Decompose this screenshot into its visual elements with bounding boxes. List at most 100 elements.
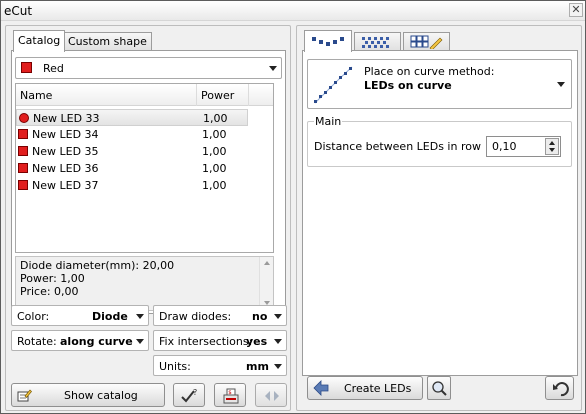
chevron-down-icon <box>557 82 565 87</box>
left-right-arrows-icon <box>265 391 279 401</box>
led-power: 1,00 <box>202 145 227 158</box>
magnifier-icon <box>432 381 447 396</box>
draw-diodes-select[interactable]: Draw diodes: no <box>153 305 287 326</box>
diode-price-text: Price: 0,00 <box>20 285 79 298</box>
cash-register-icon: $ <box>223 388 239 404</box>
place-method-select[interactable]: Place on curve method: LEDs on curve <box>307 59 572 109</box>
fix-intersections-select[interactable]: Fix intersections: yes <box>153 330 287 351</box>
led-grid-edit-icon <box>410 35 443 49</box>
led-square-icon <box>18 163 28 173</box>
column-separator <box>196 84 197 106</box>
tab-led-fill[interactable] <box>354 32 401 50</box>
fix-intersections-label: Fix intersections: <box>159 335 253 348</box>
chevron-down-icon <box>136 314 144 319</box>
units-select[interactable]: Units: mm <box>153 355 287 376</box>
led-power: 1,00 <box>202 162 227 175</box>
led-power: 1,00 <box>203 112 228 125</box>
curve-leds-icon <box>314 66 353 104</box>
led-line-icon <box>312 37 344 46</box>
zoom-button[interactable] <box>427 376 451 400</box>
check-question-icon: ? <box>181 388 197 403</box>
color-mode-label: Color: <box>17 310 50 323</box>
draw-diodes-label: Draw diodes: <box>159 310 232 323</box>
led-name: New LED 33 <box>33 112 100 125</box>
diode-diameter-text: Diode diameter(mm): 20,00 <box>20 259 175 272</box>
led-name: New LED 35 <box>32 145 99 158</box>
led-fill-icon <box>362 37 389 48</box>
table-row[interactable]: New LED 36 1,00 <box>16 160 248 177</box>
led-square-icon <box>18 180 28 190</box>
main-group: Main Distance between LEDs in row 0,10 <box>307 115 572 167</box>
place-method-value: LEDs on curve <box>364 79 452 92</box>
scroll-up-icon[interactable] <box>264 261 270 265</box>
diode-color-select[interactable]: Red <box>15 57 282 79</box>
column-separator <box>248 84 249 106</box>
catalog-page: Red Name Power New LED 33 1,00 New LED 3… <box>11 50 286 314</box>
distance-value: 0,10 <box>492 140 517 153</box>
column-header-name[interactable]: Name <box>20 89 52 102</box>
diode-info-box: Diode diameter(mm): 20,00 Power: 1,00 Pr… <box>15 256 274 311</box>
column-header-power[interactable]: Power <box>201 89 234 102</box>
spin-buttons[interactable] <box>545 138 559 155</box>
resize-button[interactable] <box>255 383 287 407</box>
rotate-label: Rotate: <box>17 335 57 348</box>
diode-color-value: Red <box>43 62 64 75</box>
svg-text:?: ? <box>193 388 197 397</box>
check-button[interactable]: ? <box>173 383 205 407</box>
undo-button[interactable] <box>545 376 574 400</box>
led-name: New LED 36 <box>32 162 99 175</box>
led-dot-icon <box>19 113 29 123</box>
svg-text:$: $ <box>228 390 232 396</box>
led-table: Name Power New LED 33 1,00 New LED 34 1,… <box>15 83 274 253</box>
color-mode-select[interactable]: Color: Diode <box>11 305 149 326</box>
tab-led-grid-edit[interactable] <box>403 32 450 50</box>
tab-custom-shape[interactable]: Custom shape <box>63 32 152 50</box>
color-mode-value: Diode <box>92 310 128 323</box>
spin-up-icon[interactable] <box>549 141 555 145</box>
units-value: mm <box>246 360 269 373</box>
led-power: 1,00 <box>202 128 227 141</box>
title-bar: eCut ✕ <box>1 1 585 21</box>
table-row[interactable]: New LED 33 1,00 <box>16 109 248 126</box>
led-name: New LED 37 <box>32 179 99 192</box>
info-scrollbar[interactable] <box>259 257 273 310</box>
rotate-select[interactable]: Rotate: along curve <box>11 330 149 351</box>
close-button[interactable]: ✕ <box>569 3 583 17</box>
spin-down-icon[interactable] <box>549 148 555 152</box>
ecut-window: eCut ✕ Catalog Custom shape Red Name Pow… <box>0 0 586 414</box>
create-leds-label: Create LEDs <box>344 382 412 395</box>
led-line-page: Place on curve method: LEDs on curve Mai… <box>302 50 578 376</box>
undo-icon <box>553 382 569 397</box>
fix-intersections-value: yes <box>246 335 268 348</box>
right-panel: Place on curve method: LEDs on curve Mai… <box>296 25 582 411</box>
tab-led-line[interactable] <box>304 30 352 52</box>
show-catalog-button[interactable]: Show catalog <box>11 383 165 407</box>
red-swatch <box>21 62 32 73</box>
arrow-left-icon <box>313 380 329 396</box>
chevron-down-icon <box>269 66 277 71</box>
price-button[interactable]: $ <box>214 383 246 407</box>
led-name: New LED 34 <box>32 128 99 141</box>
diode-power-text: Power: 1,00 <box>20 272 85 285</box>
table-row[interactable]: New LED 34 1,00 <box>16 126 248 143</box>
left-panel: Catalog Custom shape Red Name Power New … <box>5 25 291 411</box>
distance-spinbox[interactable]: 0,10 <box>486 136 561 157</box>
tab-catalog[interactable]: Catalog <box>13 30 66 52</box>
table-row[interactable]: New LED 35 1,00 <box>16 143 248 160</box>
chevron-down-icon <box>274 364 282 369</box>
led-power: 1,00 <box>202 179 227 192</box>
place-method-label: Place on curve method: <box>364 65 495 78</box>
chevron-down-icon <box>274 314 282 319</box>
led-square-icon <box>18 146 28 156</box>
draw-diodes-value: no <box>252 310 268 323</box>
units-label: Units: <box>159 360 191 373</box>
window-title: eCut <box>4 4 33 18</box>
distance-label: Distance between LEDs in row <box>314 140 481 153</box>
led-square-icon <box>18 129 28 139</box>
chevron-down-icon <box>136 339 144 344</box>
table-row[interactable]: New LED 37 1,00 <box>16 177 248 194</box>
rotate-value: along curve <box>60 335 133 348</box>
create-leds-button[interactable]: Create LEDs <box>307 376 423 400</box>
catalog-edit-icon <box>17 389 32 402</box>
main-group-title: Main <box>314 115 343 128</box>
